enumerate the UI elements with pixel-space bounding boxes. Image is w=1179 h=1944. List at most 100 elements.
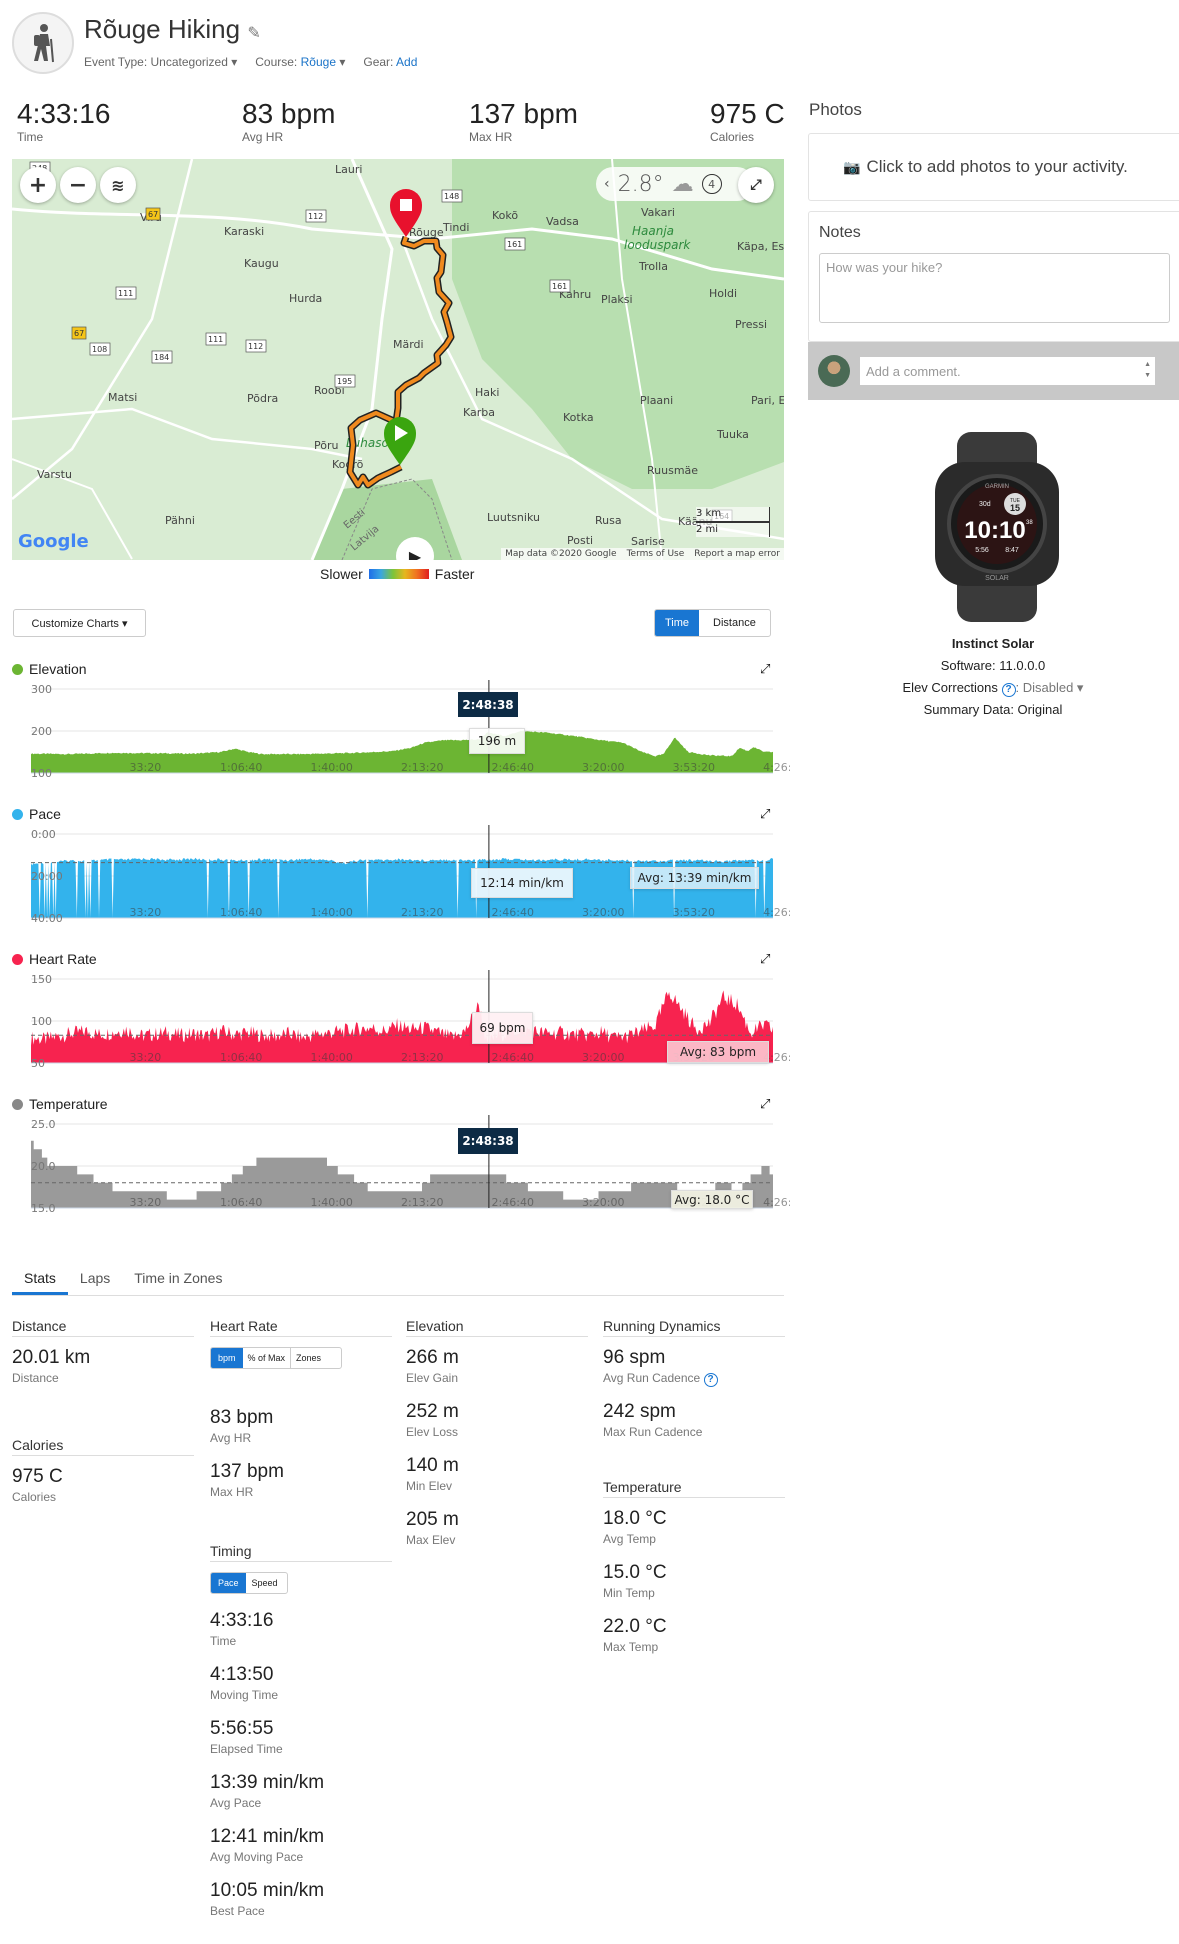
pace-legend: Slower Faster: [320, 566, 474, 582]
customize-charts-button[interactable]: Customize Charts ▾: [13, 609, 146, 637]
park-label: Haanja: [632, 224, 674, 238]
chevron-left-icon[interactable]: ‹: [604, 176, 610, 192]
chart-title: Pace: [29, 806, 61, 822]
layers-button[interactable]: ≋: [100, 167, 136, 203]
svg-text:SOLAR: SOLAR: [985, 575, 1009, 582]
event-type-label: Event Type:: [84, 55, 148, 69]
course-select[interactable]: Course: Rõuge ▾: [255, 55, 345, 69]
elevation-chart[interactable]: 100 200 300 33:20 1:06:40 1:40:00 2:13:20 2:46:…: [0, 680, 790, 780]
tab-stats[interactable]: Stats: [12, 1262, 68, 1295]
stat-label: Max Elev: [406, 1533, 456, 1547]
bpm-toggle[interactable]: bpm: [211, 1348, 243, 1368]
place-label: Rõuge: [409, 226, 444, 239]
expand-icon[interactable]: ⤢: [760, 1097, 770, 1112]
expand-icon[interactable]: ⤢: [760, 807, 770, 822]
zoom-in-button[interactable]: +: [20, 167, 56, 203]
map-canvas[interactable]: LauriViruKaraskiKauguHurdaMärdiRoobiPõdr…: [12, 159, 784, 560]
gear-label: Gear:: [363, 55, 394, 69]
hr-unit-toggle[interactable]: bpm% of Max Zones: [210, 1347, 342, 1369]
cloud-icon: ☁: [671, 171, 694, 197]
place-label: Märdi: [393, 338, 424, 351]
y-tick-label: 25.0: [31, 1118, 56, 1131]
help-icon[interactable]: ?: [703, 1373, 718, 1387]
course-link[interactable]: Rõuge: [301, 55, 336, 69]
temperature-dot: [12, 1098, 23, 1110]
terms-link[interactable]: Terms of Use: [627, 549, 685, 559]
stat-label: Max Temp: [603, 1640, 659, 1654]
x-tick-label: 2:46:40: [492, 906, 534, 919]
tab-laps[interactable]: Laps: [68, 1262, 122, 1295]
pace-toggle[interactable]: Pace: [211, 1573, 246, 1593]
zoom-out-button[interactable]: −: [60, 167, 96, 203]
scroll-arrows-icon[interactable]: ▲ ▼: [1144, 359, 1151, 381]
road-number: 108: [92, 345, 107, 354]
elevation-dot: [12, 663, 23, 675]
stat-value: 252 m: [406, 1401, 459, 1422]
comment-bar: Add a comment. ▲ ▼: [808, 342, 1179, 400]
pct-max-toggle[interactable]: % of Max: [243, 1348, 292, 1368]
report-link[interactable]: Report a map error: [694, 549, 780, 559]
activity-title[interactable]: Rõuge Hiking ✎: [84, 14, 261, 45]
stat-value: 137 bpm: [210, 1461, 284, 1482]
summary-value: 4:33:16: [17, 98, 111, 129]
notes-title: Notes: [819, 224, 861, 241]
place-label: Vakari: [641, 206, 675, 219]
x-tick-label: 1:40:00: [311, 761, 353, 774]
summary-label: Avg HR: [242, 130, 284, 144]
y-tick-label: 50: [31, 1057, 45, 1070]
section-header: Temperature: [603, 1479, 785, 1498]
stat-value: 5:56:55: [210, 1718, 274, 1739]
wind-indicator: 4: [701, 174, 722, 194]
pace-speed-toggle[interactable]: Pace Speed: [210, 1572, 288, 1594]
y-tick-label: 40:00: [31, 912, 63, 925]
stat-value: 13:39 min/km: [210, 1772, 325, 1793]
road-number: 148: [444, 192, 459, 201]
stat-value: 18.0 °C: [603, 1508, 667, 1529]
legend-slower: Slower: [320, 566, 363, 582]
x-axis-toggle[interactable]: Time Distance: [654, 609, 771, 637]
svg-text:15: 15: [1010, 503, 1020, 513]
tab-time-in-zones[interactable]: Time in Zones: [122, 1262, 234, 1295]
stat-value: 22.0 °C: [603, 1616, 667, 1637]
edit-pencil-icon[interactable]: ✎: [247, 25, 260, 42]
summary-max-hr: 137 bpm Max HR: [469, 98, 578, 144]
speed-toggle[interactable]: Speed: [246, 1573, 284, 1593]
x-tick-label: 4:26:40: [763, 906, 790, 919]
activity-type-icon: [12, 12, 74, 74]
stat-value: 10:05 min/km: [210, 1880, 325, 1901]
photos-title: Photos: [809, 100, 862, 119]
weather-widget[interactable]: ‹ 2.8° ☁ 4: [596, 167, 754, 201]
place-label: Vadsa: [546, 215, 579, 228]
notes-textarea[interactable]: How was your hike?: [819, 253, 1170, 323]
expand-icon[interactable]: ⤢: [760, 662, 770, 677]
svg-text:5:56: 5:56: [975, 547, 989, 554]
place-label: Varstu: [37, 468, 72, 481]
expand-icon[interactable]: ⤢: [760, 952, 770, 967]
elev-corrections-label: Elev Corrections: [902, 680, 998, 695]
place-label: Tindi: [442, 221, 469, 234]
hiker-icon: [34, 24, 54, 63]
stat-value: 266 m: [406, 1347, 459, 1368]
x-tick-label: 3:20:00: [582, 761, 624, 774]
svg-text:8:47: 8:47: [1005, 547, 1019, 554]
time-toggle[interactable]: Time: [655, 610, 700, 636]
event-type-select[interactable]: Event Type: Uncategorized ▾: [84, 55, 237, 69]
stat-label: Calories: [12, 1490, 57, 1504]
help-icon[interactable]: ?: [1001, 683, 1016, 697]
x-tick-label: 1:06:40: [220, 1196, 262, 1209]
distance-toggle[interactable]: Distance: [699, 610, 770, 636]
summary-label: Time: [17, 130, 44, 144]
stat-label: Distance: [12, 1371, 59, 1385]
fullscreen-button[interactable]: ⤢: [738, 167, 774, 203]
stat-label: Elev Gain: [406, 1371, 459, 1385]
summary-label: Max HR: [469, 130, 513, 144]
place-label: Haki: [475, 386, 499, 399]
add-gear-link[interactable]: Add: [396, 55, 417, 69]
chart-title: Temperature: [29, 1096, 108, 1112]
comment-input[interactable]: Add a comment. ▲ ▼: [860, 357, 1155, 385]
add-photos-button[interactable]: 📷 Click to add photos to your activity.: [808, 133, 1179, 201]
zones-toggle[interactable]: Zones: [291, 1348, 326, 1368]
route-map[interactable]: LauriViruKaraskiKauguHurdaMärdiRoobiPõdr…: [12, 159, 784, 560]
elev-corrections-select[interactable]: : Disabled ▾: [1016, 680, 1084, 695]
x-tick-label: 2:46:40: [492, 1051, 534, 1064]
